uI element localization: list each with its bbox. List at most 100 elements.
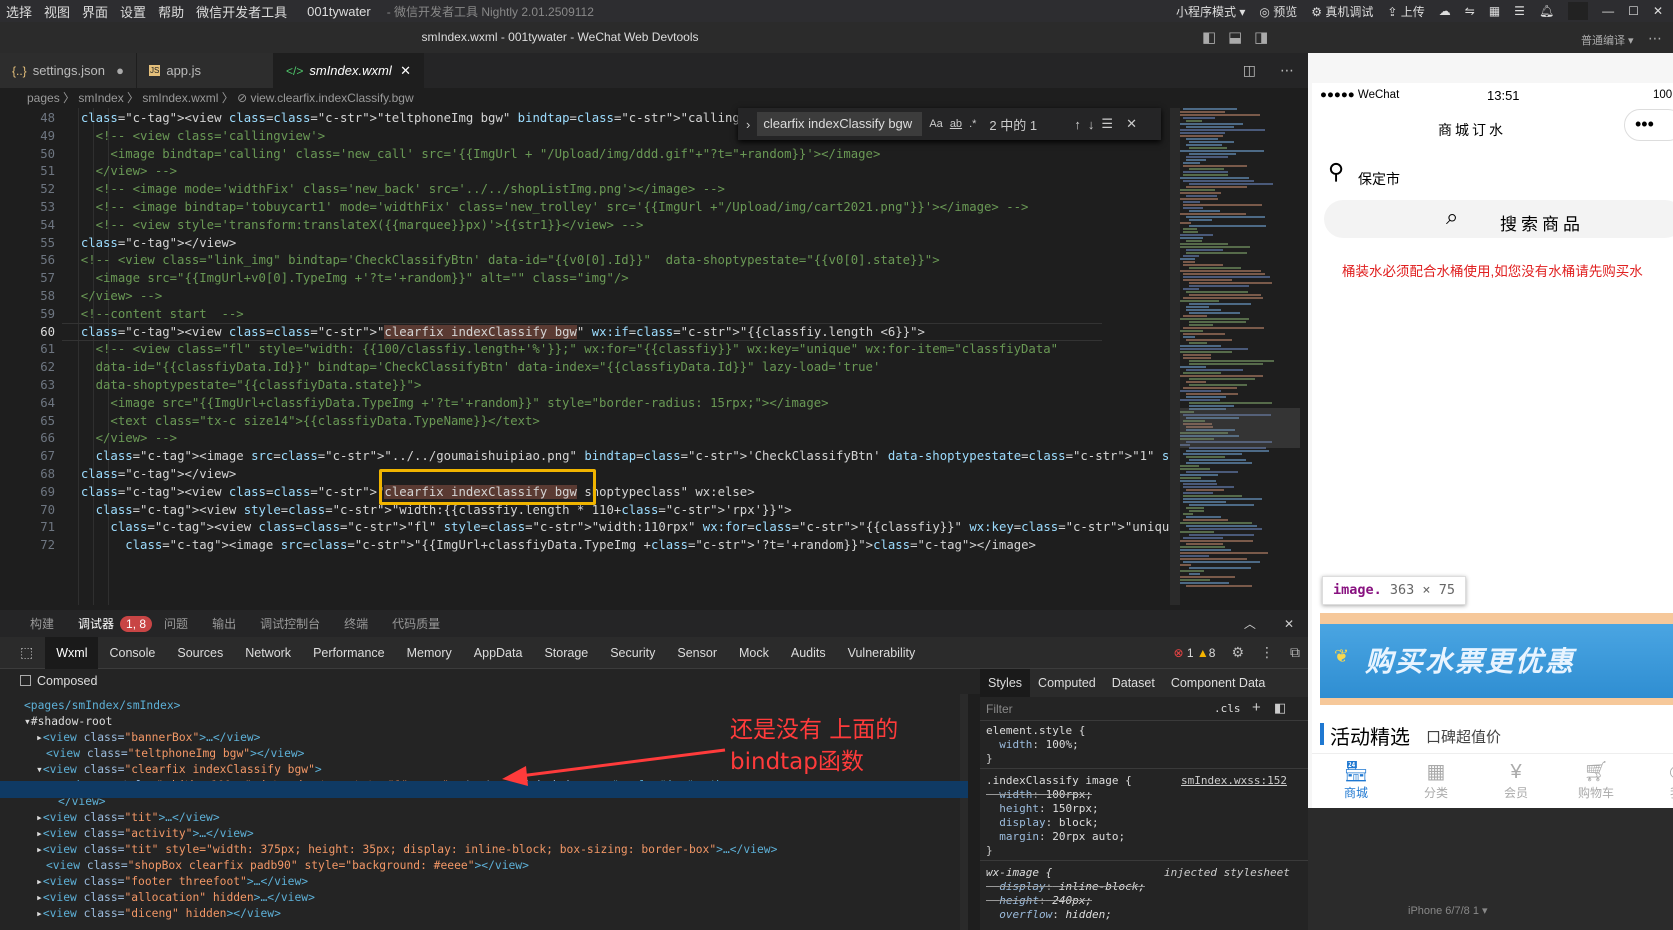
breadcrumb[interactable]: pages 〉 smIndex 〉 smIndex.wxml 〉 ⊘ view.… — [0, 88, 1308, 108]
composed-toggle[interactable]: Composed — [0, 669, 985, 694]
toggle-sidebar-icon[interactable]: ◧ — [1202, 28, 1216, 46]
dom-node[interactable]: ▸<view class="tit">…</view> — [36, 809, 220, 826]
devtools-tab-security[interactable]: Security — [599, 637, 666, 669]
style-close[interactable]: } — [986, 752, 993, 766]
tab-smindex-wxml[interactable]: </> smIndex.wxml ✕ — [274, 53, 424, 88]
whole-word-icon[interactable]: ab — [950, 118, 962, 130]
devtools-tab-wxml[interactable]: Wxml — [45, 636, 99, 669]
style-prop[interactable]: width: 100%; — [986, 738, 1079, 752]
mode-select[interactable]: 小程序模式 ▾ — [1176, 3, 1245, 20]
issue-counter[interactable]: ⊗ 1 ▲8 — [1165, 646, 1223, 660]
devtools-tab-audits[interactable]: Audits — [780, 637, 837, 669]
code-line[interactable]: </view> --> — [66, 162, 177, 181]
toggle-panel-icon[interactable]: ⬓ — [1228, 28, 1242, 46]
code-line[interactable]: <image src="{{ImgUrl+v0[0].TypeImg +'?t=… — [66, 269, 629, 288]
editor-scrollbar[interactable] — [1170, 108, 1180, 605]
code-line[interactable]: class="c-tag"></view> — [66, 234, 237, 253]
tab-build[interactable]: 构建 — [0, 615, 66, 632]
style-prop[interactable]: margin: 20rpx auto; — [986, 830, 1125, 844]
tab-debug-console[interactable]: 调试控制台 — [248, 615, 332, 632]
toggle-replace-icon[interactable]: › — [746, 117, 750, 132]
find-in-selection-icon[interactable]: ☰ — [1101, 116, 1113, 132]
dom-node[interactable]: ▸<view class="activity">…</view> — [36, 825, 254, 842]
tab-settings-json[interactable]: {..} settings.json ● — [0, 53, 137, 88]
styles-filter-input[interactable]: Filter — [986, 702, 1013, 716]
match-case-icon[interactable]: Aa — [929, 118, 942, 130]
dock-icon[interactable]: ⧉ — [1282, 644, 1308, 661]
add-rule-icon[interactable]: + — [1252, 699, 1261, 716]
maximize-icon[interactable]: ☐ — [1628, 4, 1639, 18]
preview-button[interactable]: ◎ 预览 — [1259, 3, 1297, 20]
tab-output[interactable]: 输出 — [200, 615, 248, 632]
code-line[interactable]: <text class="tx-c size14">{{classfiyData… — [66, 412, 539, 431]
code-line[interactable]: <!-- <view class="fl" style="width: {{10… — [66, 340, 1058, 359]
code-line[interactable]: class="c-tag"></view> — [66, 465, 237, 484]
tab-problems[interactable]: 问题 — [152, 615, 200, 632]
code-line[interactable]: </view> --> — [66, 287, 162, 306]
search-bar[interactable]: ⌕ 搜索商品 — [1324, 200, 1673, 238]
menu-help[interactable]: 帮助 — [152, 2, 190, 21]
menu-wechat-devtools[interactable]: 微信开发者工具 — [190, 2, 293, 21]
style-close[interactable]: } — [986, 844, 993, 858]
notification-icon[interactable]: 🔔︎ — [1539, 4, 1554, 18]
dom-node[interactable]: ▸<view class="bannerBox">…</view> — [36, 729, 260, 746]
tab-bar-item-3[interactable]: ¥ 会员 — [1494, 760, 1538, 801]
dom-scrollbar[interactable] — [960, 694, 968, 930]
dom-node[interactable]: ▸<view class="allocation" hidden>…</view… — [36, 889, 315, 906]
code-line[interactable]: <image bindtap='calling' class='new_call… — [66, 145, 880, 164]
dom-node[interactable]: ▸<view class="tit" style="width: 375px; … — [36, 841, 777, 858]
menu-view[interactable]: 视图 — [38, 2, 76, 21]
element-style-selector[interactable]: element.style { — [986, 724, 1085, 738]
code-line[interactable]: <image src="{{ImgUrl+classfiyData.TypeIm… — [66, 394, 828, 413]
close-find-icon[interactable]: ✕ — [1126, 116, 1137, 132]
devtools-tab-performance[interactable]: Performance — [302, 637, 396, 669]
devtools-tab-memory[interactable]: Memory — [396, 637, 463, 669]
minimap[interactable] — [1180, 108, 1300, 605]
device-select[interactable]: iPhone 6/7/8 1 ▾ — [1408, 904, 1488, 917]
styles-tab-computed[interactable]: Computed — [1030, 669, 1104, 697]
code-line[interactable]: class="c-tag"><view class=class="c-str">… — [66, 518, 1170, 537]
code-line[interactable]: </view> --> — [66, 429, 177, 448]
buy-ticket-banner[interactable]: ❦ 购买水票更优惠 — [1320, 624, 1673, 698]
kebab-icon[interactable]: ⋮ — [1252, 644, 1282, 661]
rule-source-link[interactable]: smIndex.wxss:152 — [1181, 774, 1287, 788]
next-match-icon[interactable]: ↓ — [1088, 117, 1095, 132]
tab-bar-item-2[interactable]: ▦ 分类 — [1414, 760, 1458, 801]
shadow-root[interactable]: ▾#shadow-root — [24, 713, 112, 730]
code-line[interactable]: <!-- <view class="link_img" bindtap='Che… — [66, 251, 940, 270]
composed-checkbox[interactable] — [20, 675, 31, 686]
code-line[interactable]: class="c-tag"><image src=class="c-str">"… — [66, 447, 1170, 466]
code-line[interactable]: class="c-tag"><view class=class="c-str">… — [66, 109, 755, 128]
code-line[interactable]: <!-- <image bindtap='tobuycart1' mode='w… — [66, 198, 1029, 217]
cloud-icon[interactable]: ☁ — [1439, 4, 1451, 18]
remote-debug-button[interactable]: ⚙ 真机调试 — [1311, 3, 1373, 20]
styles-tab-styles[interactable]: Styles — [980, 669, 1031, 697]
code-line[interactable]: class="c-tag"><image src=class="c-str">"… — [66, 536, 1036, 555]
rule-source[interactable]: injected stylesheet — [1164, 866, 1290, 880]
rule-selector[interactable]: wx-image { — [986, 866, 1052, 880]
tab-code-quality[interactable]: 代码质量 — [380, 615, 452, 632]
tab-terminal[interactable]: 终端 — [332, 615, 380, 632]
style-prop[interactable]: display: block; — [986, 816, 1098, 830]
collapse-panel-icon[interactable]: ︿ — [1230, 615, 1270, 632]
upload-button[interactable]: ⇪ 上传 — [1387, 3, 1424, 20]
code-editor[interactable]: 48 class="c-tag"><view class=class="c-st… — [0, 108, 1170, 605]
capsule-menu-button[interactable]: ••• — [1624, 109, 1673, 141]
devtools-tab-appdata[interactable]: AppData — [463, 637, 534, 669]
menu-ui[interactable]: 界面 — [76, 2, 114, 21]
dom-node[interactable]: ▾<view class="clearfix indexClassify bgw… — [36, 761, 322, 778]
code-line[interactable]: <!-- <view style='transform:translateX({… — [66, 216, 644, 235]
style-prop[interactable]: height: 240px; — [986, 894, 1092, 908]
tab-debugger[interactable]: 调试器 — [66, 615, 126, 632]
devtools-tab-network[interactable]: Network — [234, 637, 302, 669]
gear-icon[interactable]: ⚙ — [1223, 644, 1252, 661]
dom-node[interactable]: <view class="teltphoneImg bgw"></view> — [46, 745, 304, 762]
split-editor-icon[interactable]: ◫ — [1233, 53, 1266, 88]
menu-settings[interactable]: 设置 — [114, 2, 152, 21]
devtools-tab-sources[interactable]: Sources — [166, 637, 234, 669]
code-line[interactable]: <!-- <view class='callingview'> — [66, 127, 326, 146]
dom-root[interactable]: <pages/smIndex/smIndex> — [24, 697, 180, 714]
style-prop[interactable]: display: inline-block; — [986, 880, 1145, 894]
avatar[interactable] — [1568, 2, 1589, 20]
inspect-element-icon[interactable]: ⬚ — [0, 644, 45, 661]
